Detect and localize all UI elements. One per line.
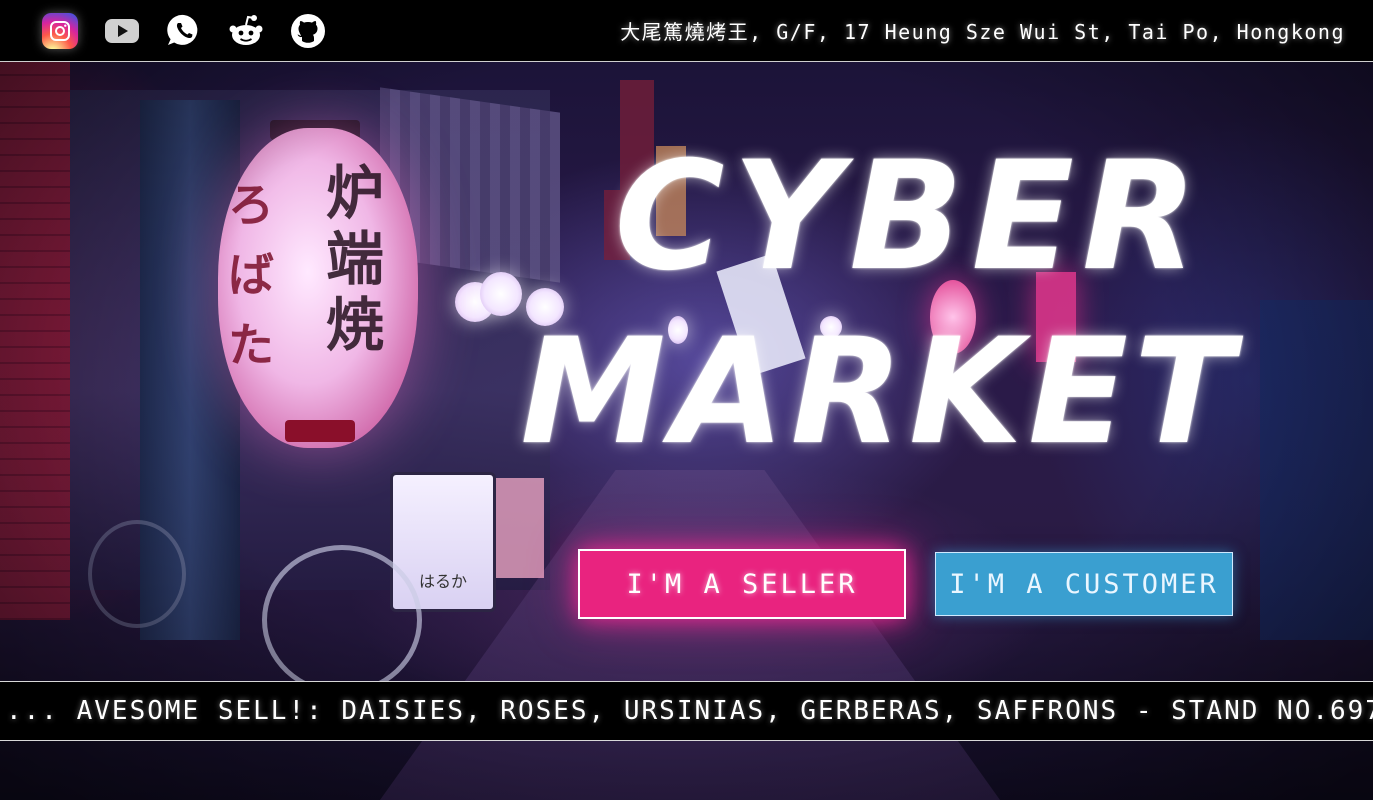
instagram-icon[interactable] bbox=[40, 11, 80, 51]
social-links bbox=[40, 11, 328, 51]
customer-button[interactable]: I'M A CUSTOMER bbox=[935, 552, 1233, 616]
whatsapp-icon[interactable] bbox=[164, 11, 204, 51]
youtube-icon[interactable] bbox=[102, 11, 142, 51]
hero-title-line1: CYBER bbox=[614, 130, 1206, 304]
seller-button[interactable]: I'M A SELLER bbox=[578, 549, 906, 619]
store-address: 大尾篤燒烤王, G/F, 17 Heung Sze Wui St, Tai Po… bbox=[620, 20, 1345, 44]
github-icon[interactable] bbox=[288, 11, 328, 51]
hero-title: CYBER MARKET bbox=[480, 132, 1280, 482]
news-ticker: ... AVESOME SELL!: DAISIES, ROSES, URSIN… bbox=[0, 681, 1373, 741]
reddit-icon[interactable] bbox=[226, 11, 266, 51]
hero-title-line2: MARKET bbox=[520, 307, 1240, 477]
ticker-text: ... AVESOME SELL!: DAISIES, ROSES, URSIN… bbox=[6, 696, 1373, 726]
top-bar: 大尾篤燒烤王, G/F, 17 Heung Sze Wui St, Tai Po… bbox=[0, 0, 1373, 62]
